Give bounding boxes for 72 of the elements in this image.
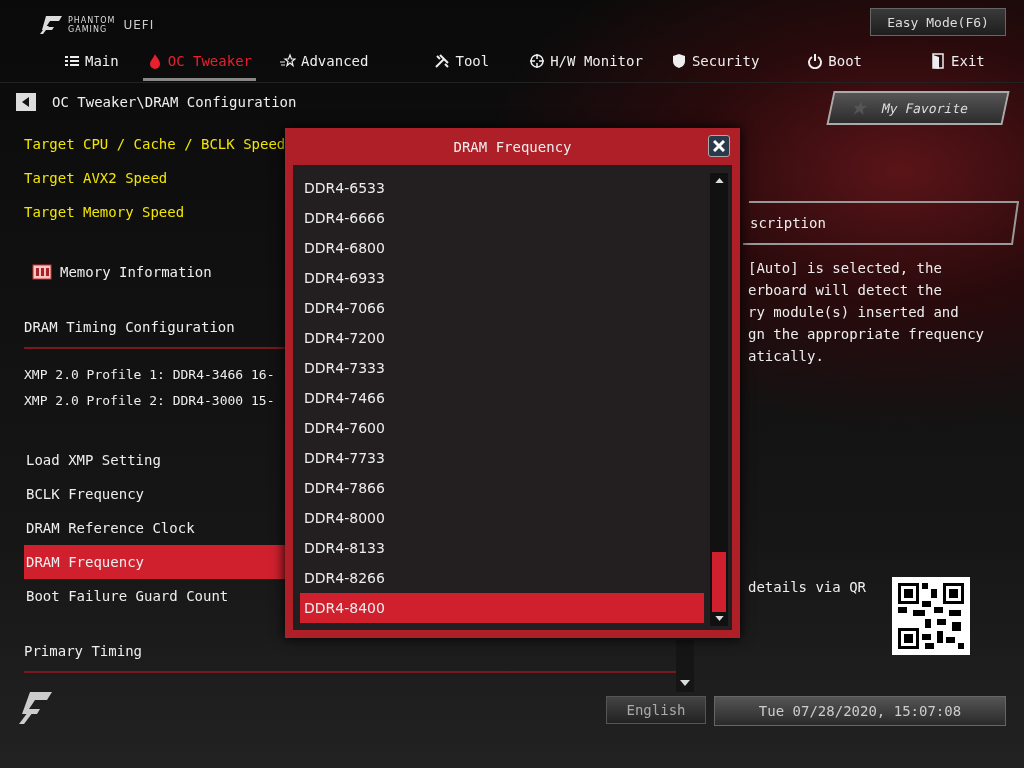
shield-icon xyxy=(670,53,687,69)
frequency-option[interactable]: DDR4-6800 xyxy=(300,233,704,263)
logo-text: PHANTOM xyxy=(68,16,116,25)
section-header: Primary Timing xyxy=(24,643,142,659)
frequency-option[interactable]: DDR4-7333 xyxy=(300,353,704,383)
submenu-link[interactable]: Memory Information xyxy=(60,264,212,280)
frequency-option[interactable]: DDR4-8000 xyxy=(300,503,704,533)
frequency-option[interactable]: DDR4-7733 xyxy=(300,443,704,473)
frequency-option[interactable]: DDR4-7600 xyxy=(300,413,704,443)
star-icon xyxy=(280,53,296,69)
scroll-thumb[interactable] xyxy=(712,552,726,612)
description-text: atically. xyxy=(748,347,825,366)
scroll-down-icon xyxy=(680,680,690,686)
easy-mode-button[interactable]: Easy Mode(F6) xyxy=(870,8,1006,36)
nav-tab[interactable]: OC Tweaker xyxy=(142,44,256,81)
xmp-profile-text: XMP 2.0 Profile 1: DDR4-3466 16- xyxy=(24,365,275,384)
section-header: DRAM Timing Configuration xyxy=(24,319,235,335)
language-button[interactable]: English xyxy=(606,696,706,724)
target-speed-label: Target Memory Speed xyxy=(24,203,185,222)
date-time-display: Tue 07/28/2020, 15:07:08 xyxy=(714,696,1006,726)
scroll-up-icon xyxy=(714,178,724,183)
breadcrumb: OC Tweaker\DRAM Configuration xyxy=(52,94,297,110)
frequency-option[interactable]: DDR4-8400 xyxy=(300,593,704,623)
scroll-down-icon xyxy=(714,616,724,621)
frequency-option[interactable]: DDR4-7066 xyxy=(300,293,704,323)
back-button[interactable] xyxy=(16,93,36,111)
logo-text: GAMING xyxy=(68,25,109,34)
nav-tab[interactable]: Security xyxy=(666,44,764,81)
target-speed-label: Target CPU / Cache / BCLK Speed xyxy=(24,135,286,154)
setting-item[interactable]: DRAM Frequency xyxy=(24,545,285,579)
qr-caption: details via QR xyxy=(748,579,866,595)
dialog-title: DRAM Frequency xyxy=(453,138,572,155)
frequency-option[interactable]: DDR4-7466 xyxy=(300,383,704,413)
description-text: ry module(s) inserted and xyxy=(748,303,960,322)
close-icon xyxy=(713,140,725,152)
scrollbar[interactable] xyxy=(710,173,728,626)
description-text: [Auto] is selected, the xyxy=(748,259,943,278)
door-icon xyxy=(930,53,947,69)
frequency-option[interactable]: DDR4-7866 xyxy=(300,473,704,503)
nav-tab[interactable]: H/W Monitor xyxy=(525,44,647,81)
logo-icon xyxy=(38,14,64,36)
xmp-profile-text: XMP 2.0 Profile 2: DDR4-3000 15- xyxy=(24,391,275,410)
memory-module-icon xyxy=(32,264,52,280)
setting-item[interactable]: Boot Failure Guard Count xyxy=(24,579,285,613)
qr-code-icon xyxy=(892,577,970,655)
description-text: erboard will detect the xyxy=(748,281,943,300)
description-text: gn the appropriate frequency xyxy=(748,325,985,344)
nav-tab[interactable]: Tool xyxy=(430,44,494,81)
setting-item[interactable]: DRAM Reference Clock xyxy=(24,511,285,545)
frequency-option[interactable]: DDR4-6666 xyxy=(300,203,704,233)
frequency-option[interactable]: DDR4-8266 xyxy=(300,563,704,593)
nav-tab[interactable]: Exit xyxy=(926,44,989,81)
setting-item[interactable]: BCLK Frequency xyxy=(24,477,285,511)
list-icon xyxy=(64,53,80,69)
nav-tab[interactable]: Main xyxy=(60,44,123,81)
tools-icon xyxy=(434,53,451,69)
favorite-button[interactable]: My Favorite xyxy=(826,91,1010,125)
frequency-option[interactable]: DDR4-6533 xyxy=(300,173,704,203)
power-icon xyxy=(807,53,824,69)
frequency-option[interactable]: DDR4-8133 xyxy=(300,533,704,563)
frequency-option[interactable]: DDR4-6933 xyxy=(300,263,704,293)
description-header: scription xyxy=(742,201,1020,245)
frequency-option[interactable]: DDR4-7200 xyxy=(300,323,704,353)
nav-tab[interactable]: Advanced xyxy=(276,44,373,81)
setting-item[interactable]: Load XMP Setting xyxy=(24,443,285,477)
scrollbar[interactable] xyxy=(676,640,694,692)
uefi-label: UEFI xyxy=(123,18,155,32)
nav-tab[interactable]: Boot xyxy=(803,44,867,81)
crosshair-icon xyxy=(529,53,546,69)
close-button[interactable] xyxy=(708,135,730,157)
back-arrow-icon xyxy=(22,97,30,107)
target-speed-label: Target AVX2 Speed xyxy=(24,169,168,188)
